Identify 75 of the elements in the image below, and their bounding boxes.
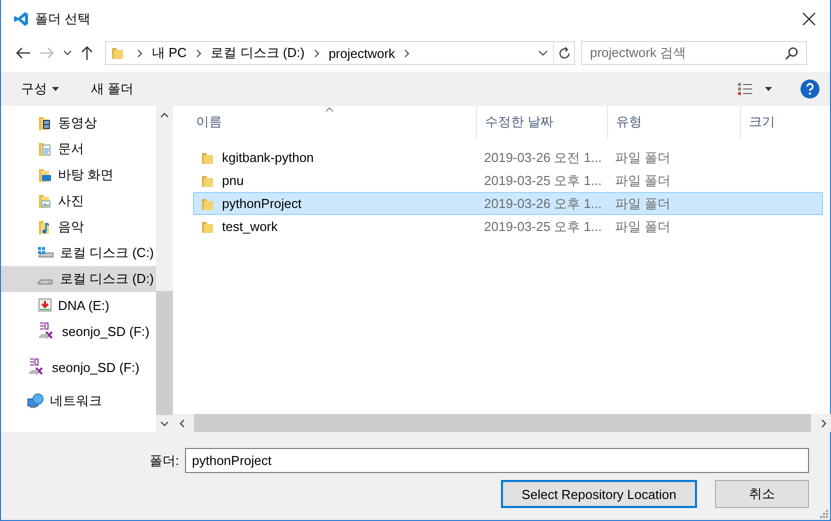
sidebar-item[interactable]: 로컬 디스크 (D:) bbox=[1, 266, 156, 292]
desktop-folder-icon bbox=[37, 167, 53, 183]
chevron-right-icon bbox=[314, 48, 320, 58]
file-row[interactable]: kgitbank-python 2019-03-26 오전 1... 파일 폴더 bbox=[193, 146, 823, 169]
drive-icon bbox=[37, 279, 53, 285]
chevron-right-icon bbox=[196, 48, 202, 58]
cancel-button[interactable]: 취소 bbox=[715, 480, 809, 508]
breadcrumb[interactable]: projectwork bbox=[324, 46, 400, 60]
column-header[interactable]: 유형 bbox=[608, 106, 741, 138]
table-cell: kgitbank-python bbox=[222, 150, 314, 165]
chevron-down-icon bbox=[538, 50, 548, 56]
sidebar-item[interactable]: 로컬 디스크 (C:) bbox=[1, 240, 156, 266]
sidebar-item[interactable]: seonjo_SD (F:) bbox=[1, 318, 156, 344]
search-icon bbox=[785, 46, 798, 60]
folder-icon bbox=[110, 45, 126, 61]
video-folder-icon bbox=[37, 115, 53, 131]
sidebar-item[interactable]: 사진 bbox=[1, 188, 156, 214]
help-icon[interactable] bbox=[800, 79, 820, 99]
chevron-up-icon bbox=[160, 112, 169, 118]
table-cell-text: 파일 폴더 bbox=[614, 194, 671, 212]
document-folder-icon bbox=[37, 141, 53, 157]
chevron-down-icon bbox=[62, 50, 72, 56]
table-cell-text: 파일 폴더 bbox=[614, 148, 671, 166]
chevron-right-icon bbox=[404, 48, 410, 58]
file-row[interactable]: pythonProject 2019-03-26 오후 1... 파일 폴더 bbox=[193, 192, 823, 215]
resize-grip-icon bbox=[820, 510, 828, 518]
breadcrumb[interactable]: 로컬 디스크 (D:) bbox=[206, 44, 309, 62]
table-cell-text: 2019-03-26 오전 1... bbox=[483, 148, 603, 166]
up-arrow-icon bbox=[81, 46, 93, 60]
window-title: 폴더 선택 bbox=[35, 10, 92, 28]
sidebar-item[interactable]: 동영상 bbox=[1, 110, 156, 136]
close-icon bbox=[802, 12, 816, 26]
caret-icon bbox=[765, 87, 772, 91]
app-logo-icon bbox=[13, 11, 29, 27]
caret-icon bbox=[52, 87, 59, 91]
new-folder-button[interactable]: 새 폴더 bbox=[81, 76, 144, 102]
sidebar-item[interactable]: DNA (E:) bbox=[1, 292, 156, 318]
table-cell: pnu bbox=[222, 173, 244, 188]
table-cell-text: 2019-03-25 오후 1... bbox=[483, 172, 603, 190]
chevron-down-icon bbox=[160, 420, 169, 426]
scrollbar-thumb[interactable] bbox=[156, 291, 173, 415]
select-location-button[interactable]: Select Repository Location bbox=[501, 480, 697, 508]
chevron-left-icon bbox=[178, 418, 184, 428]
scrollbar-thumb[interactable] bbox=[194, 414, 811, 432]
address-bar[interactable]: 내 PC 로컬 디스크 (D:) projectwork bbox=[105, 41, 575, 65]
column-header[interactable]: 수정한 날짜 bbox=[477, 106, 608, 138]
folder-label: 폴더: bbox=[149, 452, 179, 470]
sidebar-item[interactable]: 바탕 화면 bbox=[1, 162, 156, 188]
breadcrumb[interactable]: 내 PC bbox=[148, 44, 191, 62]
file-row[interactable]: pnu 2019-03-25 오후 1... 파일 폴더 bbox=[193, 169, 823, 192]
table-cell: test_work bbox=[222, 219, 278, 234]
folder-name-field[interactable]: pythonProject bbox=[185, 448, 809, 473]
network-icon bbox=[27, 393, 45, 409]
table-cell-text: 2019-03-26 오후 1... bbox=[483, 194, 603, 212]
sidebar-item[interactable]: 네트워크 bbox=[1, 388, 156, 414]
sidebar-item[interactable]: 음악 bbox=[1, 214, 156, 240]
forward-arrow-icon bbox=[40, 47, 54, 59]
file-row[interactable]: test_work 2019-03-25 오후 1... 파일 폴더 bbox=[193, 215, 823, 238]
sidebar-item[interactable]: seonjo_SD (F:) bbox=[1, 354, 156, 380]
pictures-folder-icon bbox=[37, 193, 53, 209]
column-header[interactable]: 이름 bbox=[173, 106, 477, 138]
chevron-right-icon bbox=[137, 48, 143, 58]
table-cell-text: 파일 폴더 bbox=[614, 172, 671, 190]
table-cell: pythonProject bbox=[222, 196, 302, 211]
table-cell-text: 파일 폴더 bbox=[614, 218, 671, 236]
search-field[interactable]: projectwork 검색 bbox=[581, 41, 807, 65]
details-view-icon bbox=[737, 82, 753, 96]
organize-button[interactable]: 구성 bbox=[11, 76, 69, 102]
usb-drive-icon bbox=[37, 297, 53, 313]
column-header[interactable]: 크기 bbox=[741, 106, 831, 138]
chevron-right-icon bbox=[820, 418, 826, 428]
sidebar-item[interactable]: 문서 bbox=[1, 136, 156, 162]
table-cell-text: 2019-03-25 오후 1... bbox=[483, 218, 603, 236]
back-arrow-icon bbox=[16, 47, 30, 59]
refresh-icon bbox=[558, 46, 570, 60]
